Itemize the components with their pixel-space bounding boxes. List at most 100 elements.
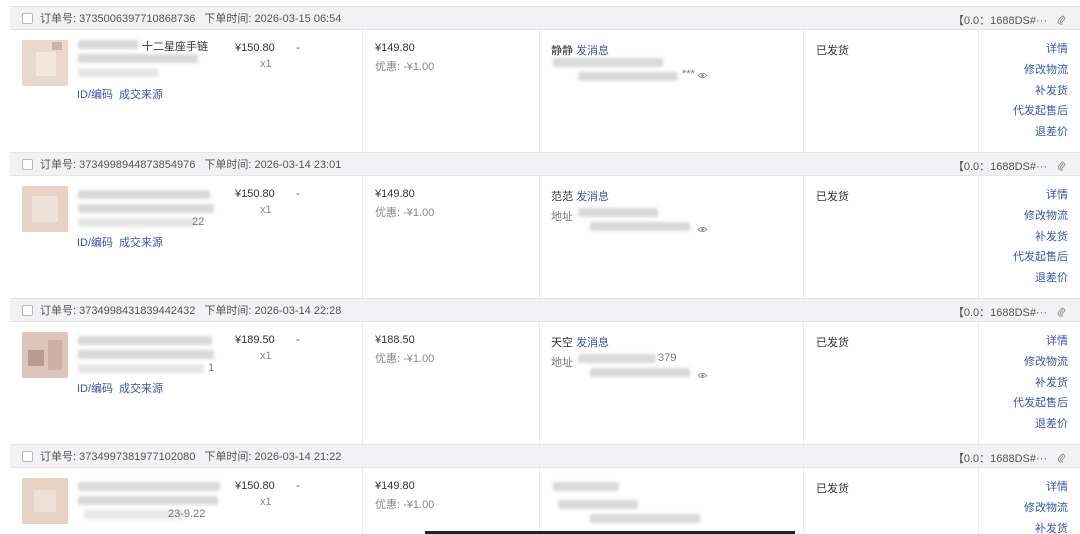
action-list: 详情 修改物流 补发货 代发起售后 退差价 — [1013, 331, 1068, 435]
masked-address: 379 — [658, 352, 677, 364]
after-sale-link[interactable]: 代发起售后 — [1013, 393, 1068, 414]
send-message-link[interactable]: 发消息 — [576, 337, 609, 349]
modify-logistics-link[interactable]: 修改物流 — [1013, 352, 1068, 373]
empty-cell: - — [296, 188, 300, 200]
quantity: x1 — [260, 496, 272, 508]
id-code-link[interactable]: ID/编码 — [77, 234, 113, 250]
order-body: 22 ID/编码 成交来源 ¥150.80 x1 - ¥149.80 优惠: -… — [10, 176, 1080, 298]
order-checkbox[interactable] — [22, 450, 33, 462]
discount: 优惠: -¥1.00 — [375, 61, 435, 73]
reship-link[interactable]: 补发货 — [1013, 373, 1068, 394]
order-tag: 【0.0：1688DS#··· — [952, 15, 1047, 27]
buyer-name: 范范 发消息 — [551, 191, 610, 203]
reship-link[interactable]: 补发货 — [1013, 81, 1068, 102]
order-number-line: 订单号: 3734997381977102080 下单时间: 2026-03-14… — [40, 451, 342, 463]
order-checkbox[interactable] — [22, 304, 33, 316]
order-number-line: 订单号: 3735006397710868736 下单时间: 2026-03-15… — [40, 13, 342, 25]
order-body: 23-9.22 ¥150.80 x1 - ¥149.80 优惠: -¥1.00 … — [10, 468, 1080, 534]
paid-amount: ¥149.80 — [375, 480, 415, 492]
order-number-line: 订单号: 3734998431839442432 下单时间: 2026-03-14… — [40, 305, 342, 317]
order-checkbox[interactable] — [22, 158, 33, 170]
deal-source-link[interactable]: 成交来源 — [119, 234, 163, 250]
order-tag: 【0.0：1688DS#··· — [952, 307, 1047, 319]
product-title[interactable]: 十二星座手链 — [142, 38, 208, 54]
address-label: 地址 — [551, 211, 573, 223]
order-header: 订单号: 3734998431839442432 下单时间: 2026-03-14… — [10, 298, 1080, 322]
refund-diff-link[interactable]: 退差价 — [1013, 414, 1068, 435]
product-image[interactable] — [22, 478, 68, 524]
order-id: 3735006397710868736 — [79, 13, 196, 25]
order-time: 2026-03-14 21:22 — [254, 451, 342, 463]
empty-cell: - — [296, 334, 300, 346]
paperclip-icon[interactable] — [1057, 453, 1066, 463]
product-image[interactable] — [22, 332, 68, 378]
order-status: 已发货 — [816, 337, 849, 349]
order-time: 2026-03-15 06:54 — [254, 13, 342, 25]
unit-price: ¥150.80 — [235, 42, 275, 54]
order-checkbox[interactable] — [22, 12, 33, 24]
unit-price: ¥150.80 — [235, 188, 275, 200]
paperclip-icon[interactable] — [1057, 15, 1066, 25]
product-image[interactable] — [22, 186, 68, 232]
id-code-link[interactable]: ID/编码 — [77, 380, 113, 396]
refund-diff-link[interactable]: 退差价 — [1013, 122, 1068, 143]
after-sale-link[interactable]: 代发起售后 — [1013, 101, 1068, 122]
eye-icon[interactable] — [697, 226, 708, 233]
send-message-link[interactable]: 发消息 — [576, 191, 609, 203]
detail-link[interactable]: 详情 — [1013, 185, 1068, 206]
empty-cell: - — [296, 480, 300, 492]
order-time: 2026-03-14 22:28 — [254, 305, 342, 317]
modify-logistics-link[interactable]: 修改物流 — [1013, 60, 1068, 81]
order-id: 3734998944873854976 — [79, 159, 196, 171]
order-header: 订单号: 3734997381977102080 下单时间: 2026-03-14… — [10, 444, 1080, 468]
order-card: 订单号: 3734997381977102080 下单时间: 2026-03-14… — [10, 444, 1080, 534]
order-body: 十二星座手链 ID/编码 成交来源 ¥150.80 x1 - ¥149.80 优… — [10, 30, 1080, 152]
unit-price: ¥189.50 — [235, 334, 275, 346]
paid-amount: ¥188.50 — [375, 334, 415, 346]
detail-link[interactable]: 详情 — [1024, 477, 1068, 498]
quantity: x1 — [260, 350, 272, 362]
order-card: 订单号: 3735006397710868736 下单时间: 2026-03-15… — [10, 6, 1080, 152]
product-code-suffix: 22 — [192, 216, 205, 228]
refund-diff-link[interactable]: 退差价 — [1013, 268, 1068, 289]
quantity: x1 — [260, 204, 272, 216]
discount: 优惠: -¥1.00 — [375, 499, 435, 511]
modify-logistics-link[interactable]: 修改物流 — [1013, 206, 1068, 227]
product-image[interactable] — [22, 40, 68, 86]
order-header: 订单号: 3734998944873854976 下单时间: 2026-03-14… — [10, 152, 1080, 176]
eye-icon[interactable] — [697, 372, 708, 379]
action-list: 详情 修改物流 补发货 代发起售后 退差价 — [1013, 185, 1068, 289]
action-list: 详情 修改物流 补发货 代发起售后 退差价 — [1013, 39, 1068, 143]
detail-link[interactable]: 详情 — [1013, 331, 1068, 352]
order-card: 订单号: 3734998431839442432 下单时间: 2026-03-14… — [10, 298, 1080, 444]
detail-link[interactable]: 详情 — [1013, 39, 1068, 60]
unit-price: ¥150.80 — [235, 480, 275, 492]
paperclip-icon[interactable] — [1057, 307, 1066, 317]
eye-icon[interactable] — [697, 72, 708, 79]
paid-amount: ¥149.80 — [375, 188, 415, 200]
deal-source-link[interactable]: 成交来源 — [119, 380, 163, 396]
reship-link[interactable]: 补发货 — [1013, 227, 1068, 248]
order-number-line: 订单号: 3734998944873854976 下单时间: 2026-03-14… — [40, 159, 342, 171]
order-card: 订单号: 3734998944873854976 下单时间: 2026-03-14… — [10, 152, 1080, 298]
masked-address: *** — [682, 68, 695, 80]
paperclip-icon[interactable] — [1057, 161, 1066, 171]
action-list: 详情 修改物流 补发货 — [1024, 477, 1068, 534]
deal-source-link[interactable]: 成交来源 — [119, 86, 163, 102]
reship-link[interactable]: 补发货 — [1024, 519, 1068, 534]
order-status: 已发货 — [816, 483, 849, 495]
buyer-name: 天空 发消息 — [551, 337, 610, 349]
after-sale-link[interactable]: 代发起售后 — [1013, 247, 1068, 268]
product-code-suffix: 23-9.22 — [168, 508, 206, 520]
id-code-link[interactable]: ID/编码 — [77, 86, 113, 102]
order-status: 已发货 — [816, 45, 849, 57]
modify-logistics-link[interactable]: 修改物流 — [1024, 498, 1068, 519]
order-body: 1 ID/编码 成交来源 ¥189.50 x1 - ¥188.50 优惠: -¥… — [10, 322, 1080, 444]
paid-amount: ¥149.80 — [375, 42, 415, 54]
order-header: 订单号: 3735006397710868736 下单时间: 2026-03-15… — [10, 6, 1080, 30]
send-message-link[interactable]: 发消息 — [576, 45, 609, 57]
order-tag: 【0.0：1688DS#··· — [952, 161, 1047, 173]
order-tag: 【0.0：1688DS#··· — [952, 453, 1047, 465]
discount: 优惠: -¥1.00 — [375, 207, 435, 219]
order-id: 3734998431839442432 — [79, 305, 196, 317]
